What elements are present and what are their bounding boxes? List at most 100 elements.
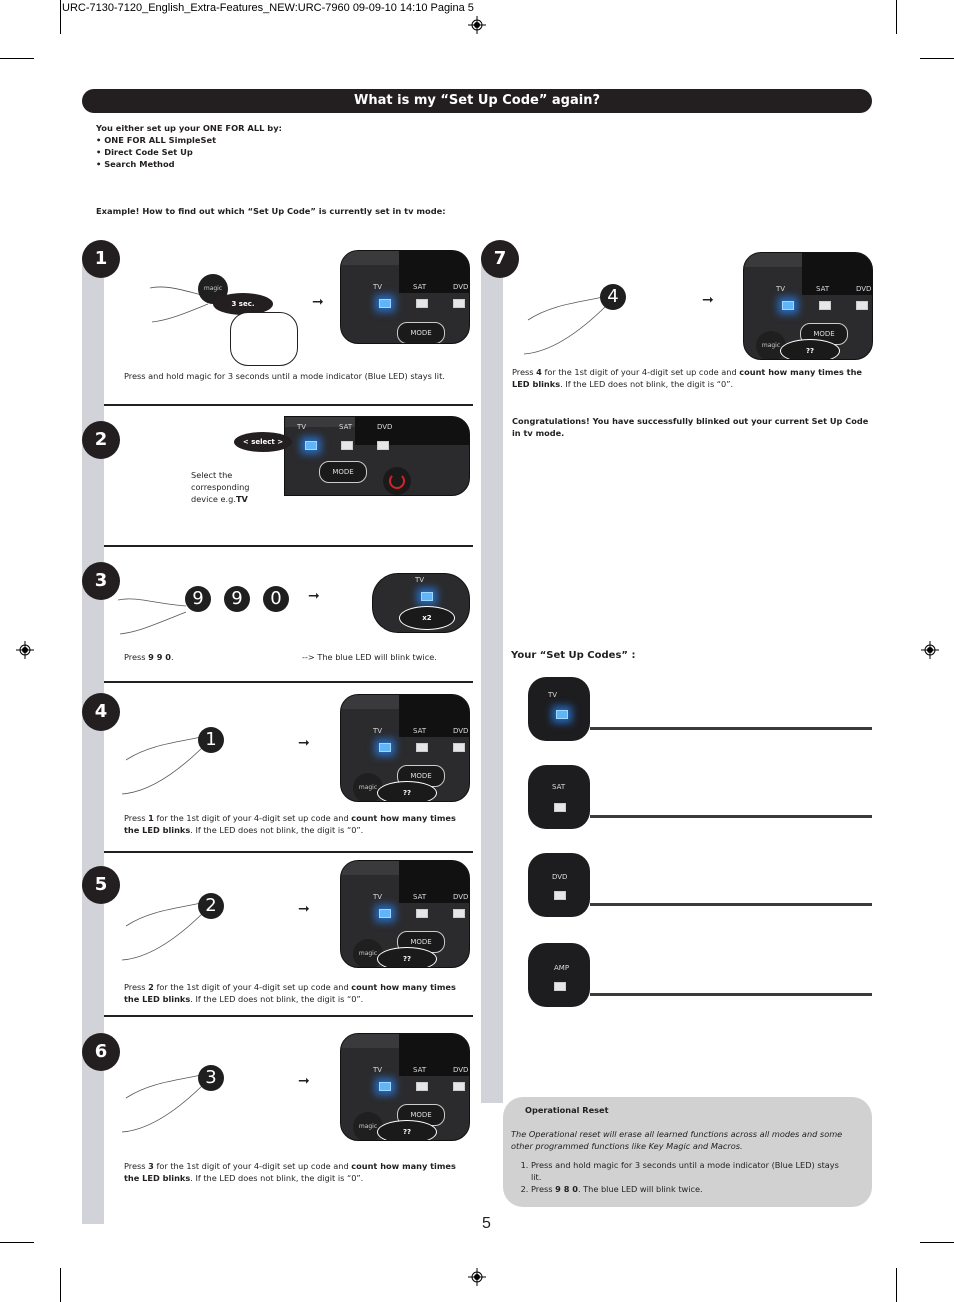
reset-step: Press 9 8 0. The blue LED will blink twi… — [531, 1183, 851, 1195]
code-entry-line[interactable] — [590, 903, 872, 906]
tv-led-lit — [379, 1082, 391, 1091]
registration-mark-icon — [16, 641, 34, 659]
key-0-icon: 0 — [263, 586, 289, 612]
registration-mark-icon — [468, 1268, 486, 1286]
caption-text: for the 1st digit of your 4-digit set up… — [153, 813, 352, 823]
step-result: --> The blue LED will blink twice. — [302, 652, 437, 662]
blink-count-badge: x2 — [399, 606, 455, 630]
dvd-led — [453, 909, 465, 918]
caption-text: . The blue LED will blink twice. — [577, 1184, 703, 1194]
dvd-label: DVD — [453, 893, 469, 901]
dvd-led — [856, 301, 868, 310]
crop-mark — [60, 1268, 61, 1302]
device-label: TV — [548, 691, 558, 699]
step-number: 7 — [481, 240, 519, 278]
step-divider — [104, 545, 473, 547]
sat-label: SAT — [413, 893, 427, 901]
crop-mark — [60, 0, 61, 34]
step-caption: Press 4 for the 1st digit of your 4-digi… — [512, 366, 874, 390]
tv-led-lit — [379, 299, 391, 308]
sat-label: SAT — [339, 423, 353, 431]
step-number: 6 — [82, 1033, 120, 1071]
dvd-mode-thumbnail: DVD — [528, 853, 590, 917]
hand-icon — [523, 295, 609, 355]
step-caption: Select the corresponding device e.g.TV — [191, 469, 255, 505]
set-up-codes-heading: Your “Set Up Codes” : — [511, 650, 636, 661]
tv-label: TV — [776, 285, 786, 293]
blink-count-badge: ?? — [377, 947, 437, 967]
crop-mark — [920, 58, 954, 59]
reset-steps: Press and hold magic for 3 seconds until… — [513, 1159, 851, 1195]
amp-led — [554, 982, 566, 991]
method-item: • Search Method — [96, 159, 175, 169]
sat-led — [416, 743, 428, 752]
dvd-label: DVD — [453, 727, 469, 735]
reset-heading: Operational Reset — [525, 1105, 609, 1115]
sat-label: SAT — [816, 285, 830, 293]
tv-label: TV — [373, 727, 383, 735]
tv-label: TV — [297, 423, 307, 431]
step-number: 1 — [82, 240, 120, 278]
crop-mark — [0, 58, 34, 59]
sat-led — [341, 441, 353, 450]
tv-label: TV — [415, 576, 425, 584]
finger-press-illustration — [230, 312, 298, 366]
caption-text: for the 1st digit of your 4-digit set up… — [153, 982, 352, 992]
tv-label: TV — [373, 283, 383, 291]
arrow-right-icon: ➞ — [702, 292, 714, 308]
tv-led-lit — [421, 592, 433, 601]
key-1-icon: 1 — [198, 727, 224, 753]
step-divider — [104, 851, 473, 853]
dvd-label: DVD — [453, 283, 469, 291]
key-3-icon: 3 — [198, 1065, 224, 1091]
registration-mark-icon — [468, 16, 486, 34]
amp-mode-thumbnail: AMP — [528, 943, 590, 1007]
remote-illustration: TV SAT DVD MODE magic ?? — [340, 694, 470, 802]
key-4-icon: 4 — [600, 284, 626, 310]
caption-text: . If the LED does not blink, the digit i… — [190, 825, 364, 835]
dvd-label: DVD — [453, 1066, 469, 1074]
page-title: What is my “Set Up Code” again? — [82, 89, 872, 113]
caption-bold: TV — [235, 494, 248, 504]
step-divider — [104, 404, 473, 406]
sat-led — [416, 299, 428, 308]
tv-mode-thumbnail: TV — [528, 677, 590, 741]
crop-mark — [0, 1242, 34, 1243]
page-number: 5 — [482, 1215, 491, 1232]
caption-text: Press — [124, 982, 149, 992]
caption-text: for the 1st digit of your 4-digit set up… — [153, 1161, 352, 1171]
code-entry-line[interactable] — [590, 815, 872, 818]
caption-text: Press — [124, 813, 149, 823]
caption-bold: 9 9 0 — [148, 652, 171, 662]
code-entry-line[interactable] — [590, 727, 872, 730]
caption-bold: 9 8 0 — [555, 1184, 578, 1194]
caption-text: . If the LED does not blink, the digit i… — [190, 1173, 364, 1183]
remote-illustration: TV SAT DVD MODE magic ?? — [743, 252, 873, 360]
dvd-label: DVD — [377, 423, 393, 431]
left-column-rail — [82, 258, 104, 1224]
step-caption: Press 1 for the 1st digit of your 4-digi… — [124, 812, 469, 836]
key-2-icon: 2 — [198, 893, 224, 919]
tv-label: TV — [373, 893, 383, 901]
operational-reset-box: Operational Reset The Operational reset … — [503, 1097, 872, 1207]
sat-mode-thumbnail: SAT — [528, 765, 590, 829]
arrow-right-icon: ➞ — [298, 735, 310, 751]
sat-led — [819, 301, 831, 310]
sat-label: SAT — [413, 1066, 427, 1074]
caption-text: for the 1st digit of your 4-digit set up… — [541, 367, 740, 377]
hand-icon — [121, 735, 207, 795]
remote-illustration: TV SAT DVD MODE magic ?? — [340, 860, 470, 968]
step-number: 2 — [82, 421, 120, 459]
hand-icon — [121, 901, 207, 961]
step-caption: Press and hold magic for 3 seconds until… — [124, 371, 445, 381]
hand-icon — [121, 1073, 207, 1133]
power-button-icon — [383, 467, 411, 495]
key-9-icon: 9 — [224, 586, 250, 612]
intro-block: You either set up your ONE FOR ALL by: •… — [96, 122, 282, 170]
code-entry-line[interactable] — [590, 993, 872, 996]
reset-description: The Operational reset will erase all lea… — [511, 1129, 843, 1151]
arrow-right-icon: ➞ — [298, 901, 310, 917]
tv-led-lit — [379, 743, 391, 752]
caption-text: Press — [512, 367, 537, 377]
step-number: 5 — [82, 866, 120, 904]
